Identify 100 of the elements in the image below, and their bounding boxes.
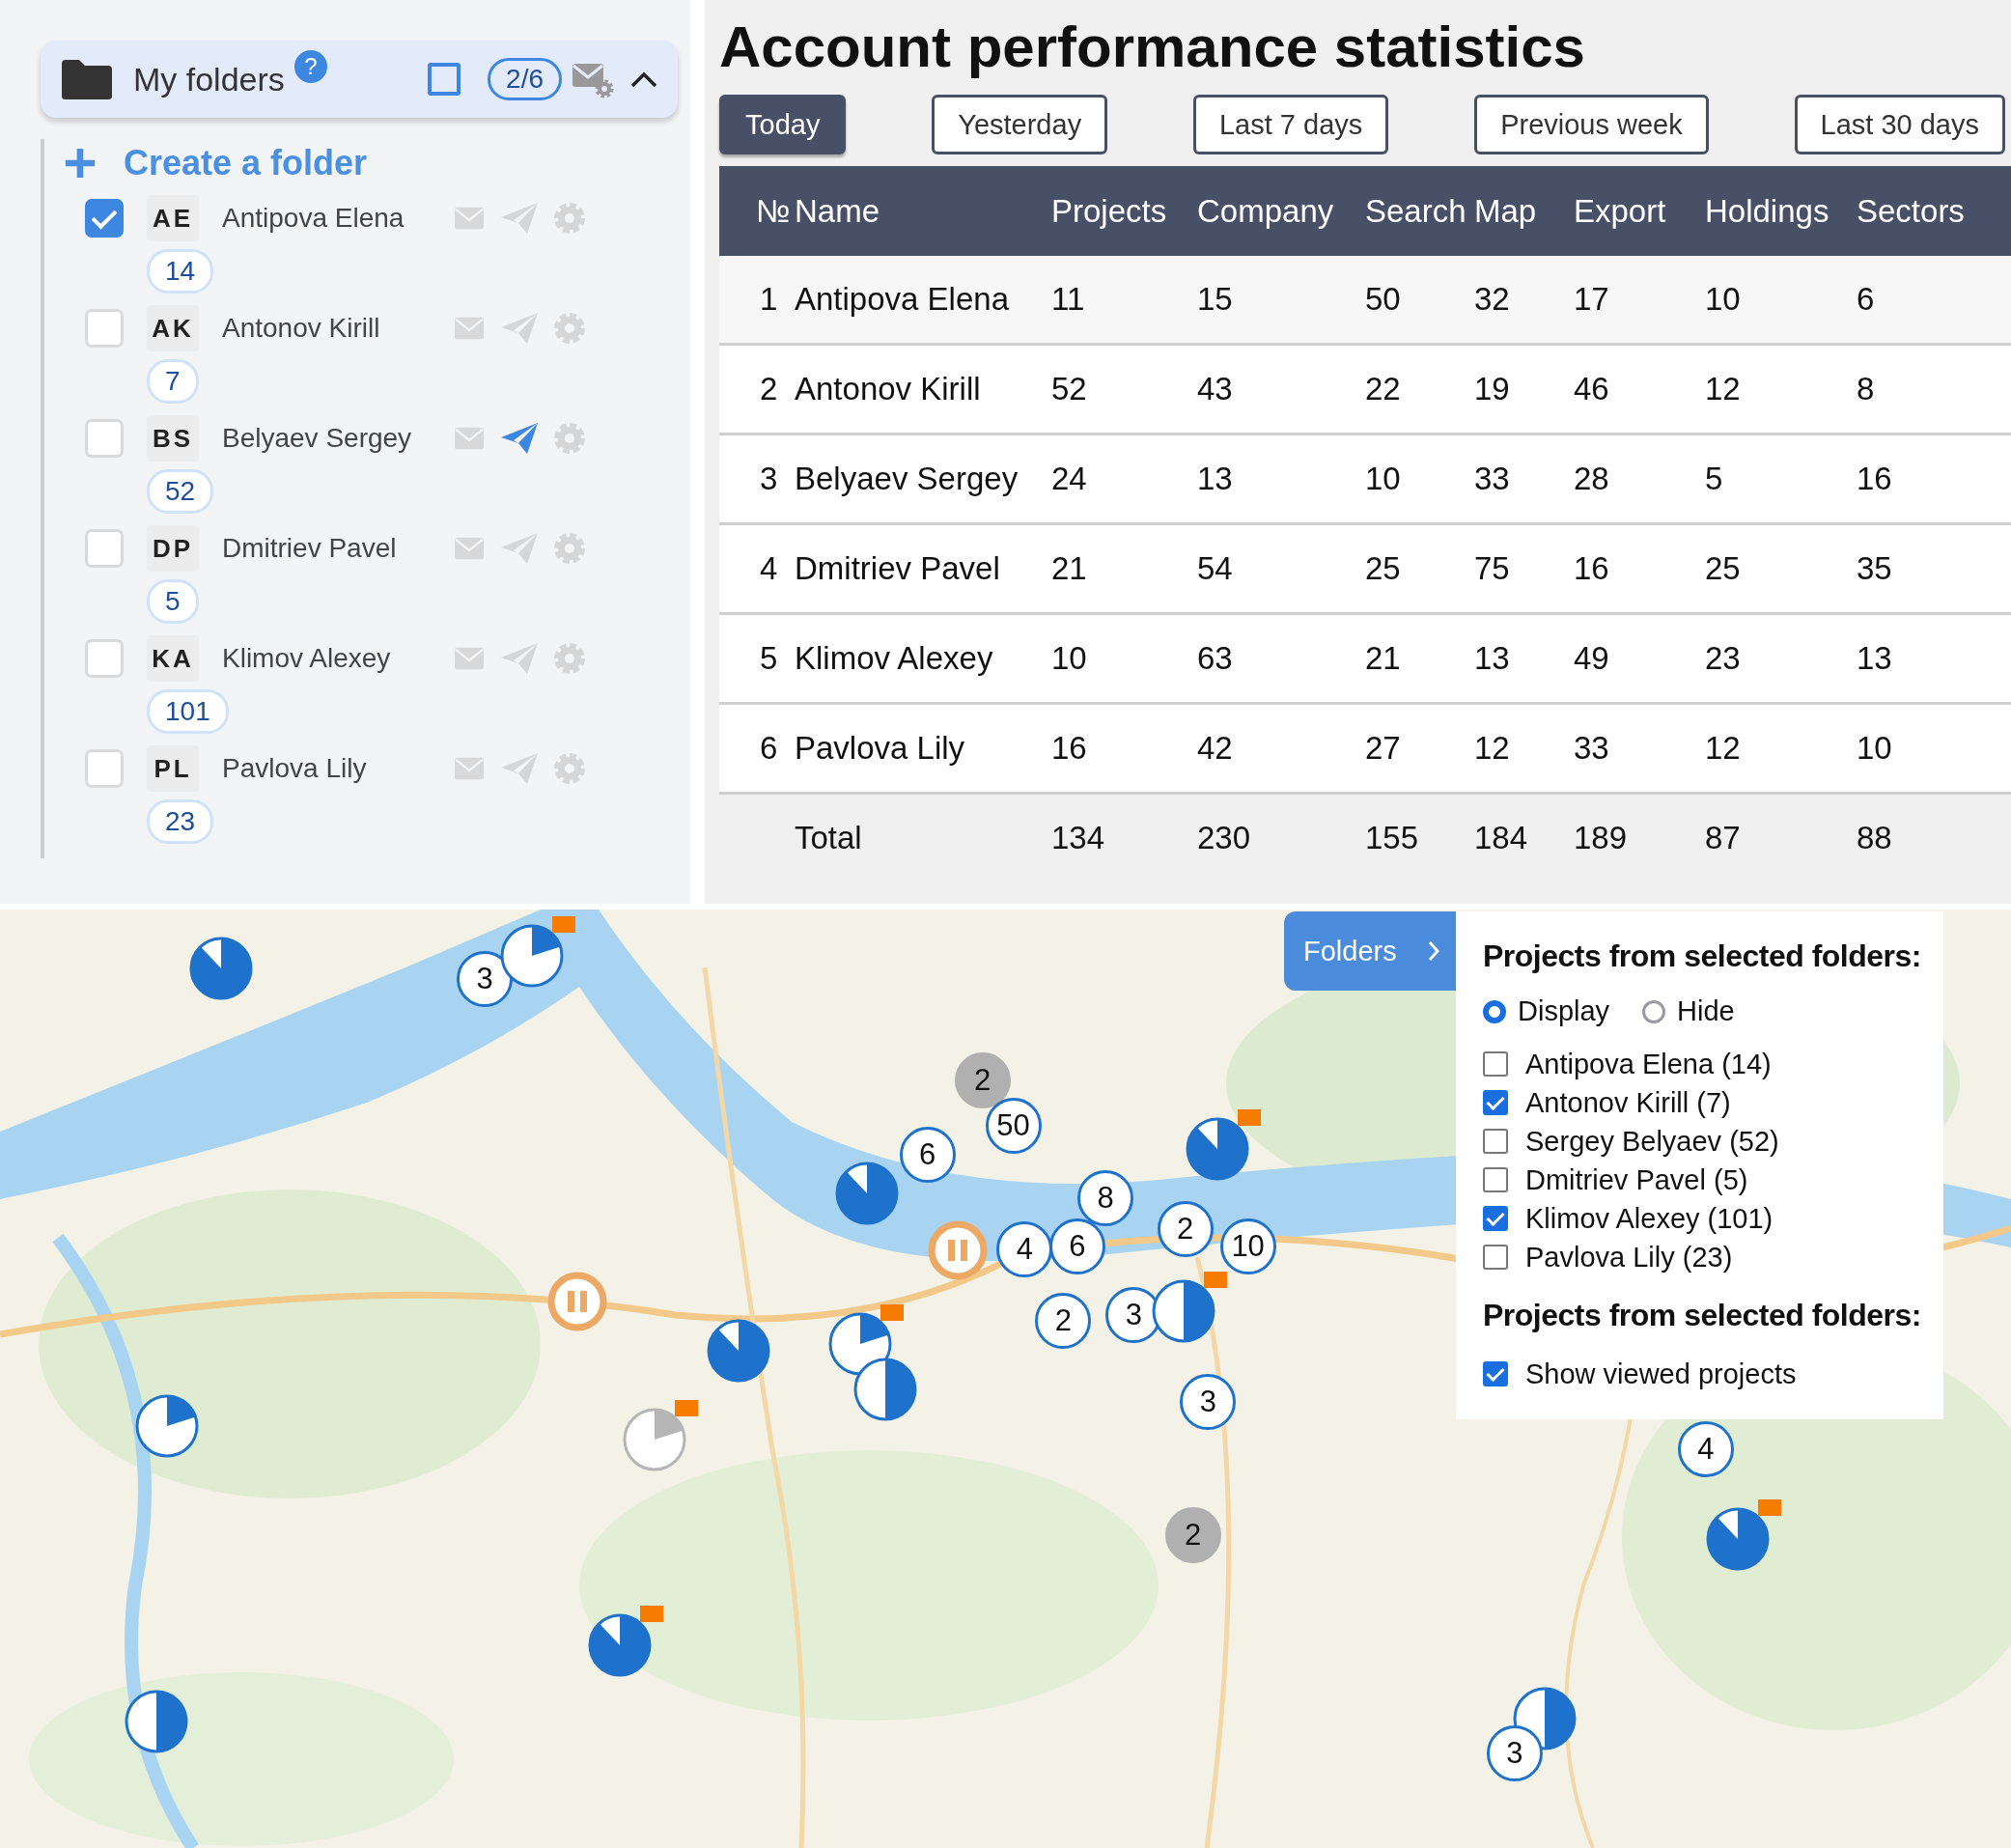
folder-name[interactable]: Dmitriev Pavel <box>222 533 454 564</box>
folder-name[interactable]: Klimov Alexey <box>222 643 454 674</box>
table-cell-text: Klimov Alexey <box>795 640 994 677</box>
table-cell-text: 32 <box>1474 281 1511 318</box>
table-cell-text: 54 <box>1197 550 1234 587</box>
pie-marker[interactable] <box>188 937 253 1000</box>
table-cell-text: 12 <box>1705 730 1742 767</box>
table-cell-text: 13 <box>1197 461 1234 497</box>
table-cell-text: 23 <box>1705 640 1742 677</box>
settings-icon[interactable] <box>552 641 587 676</box>
column-header[interactable]: Company <box>1197 192 1365 230</box>
row-number: 1 <box>759 281 779 318</box>
table-cell-text: 28 <box>1574 461 1610 497</box>
folder-name[interactable]: Antonov Kirill <box>222 313 454 344</box>
paper-plane-icon[interactable] <box>500 422 539 455</box>
folder-name[interactable]: Antipova Elena <box>222 203 454 234</box>
pie-marker[interactable] <box>622 1407 686 1471</box>
period-tab[interactable]: Last 7 days <box>1192 95 1389 154</box>
pie-marker[interactable] <box>707 1318 771 1383</box>
project-count: 5 <box>147 579 199 624</box>
folder-filter-checkbox[interactable]: Sergey Belyaev (52) <box>1483 1122 1943 1161</box>
table-cell-text: 21 <box>1051 550 1088 587</box>
table-cell-text: 27 <box>1365 730 1402 767</box>
panel-title: My folders <box>133 60 285 98</box>
folder-name[interactable]: Pavlova Lily <box>222 753 454 784</box>
mail-icon[interactable] <box>454 426 485 451</box>
table-cell-text: 75 <box>1474 550 1511 587</box>
project-count: 52 <box>147 469 214 514</box>
column-header[interactable]: Sectors <box>1857 192 2011 230</box>
folder-filter-checkbox[interactable]: Antonov Kirill (7) <box>1483 1083 1943 1122</box>
mail-icon[interactable] <box>454 536 485 561</box>
folder-name[interactable]: Belyaev Sergey <box>222 423 454 454</box>
table-cell-text: 10 <box>1857 730 1893 767</box>
table-cell-text: 10 <box>1051 640 1088 677</box>
mail-icon[interactable] <box>454 206 485 231</box>
initials-avatar: DP <box>147 525 199 572</box>
period-tab[interactable]: Previous week <box>1474 95 1709 154</box>
column-header[interactable]: Export <box>1574 192 1705 230</box>
folder-filter-checkbox[interactable]: Klimov Alexey (101) <box>1483 1199 1943 1238</box>
legend-heading: Projects from selected folders: <box>1483 1298 1922 1333</box>
column-header[interactable]: Holdings <box>1705 192 1857 230</box>
period-tab[interactable]: Yesterday <box>932 95 1108 154</box>
settings-icon[interactable] <box>552 311 587 346</box>
column-header[interactable]: Search <box>1365 192 1474 230</box>
pie-marker[interactable] <box>835 1161 900 1225</box>
settings-icon[interactable] <box>552 751 587 786</box>
table-cell-text: 16 <box>1051 730 1088 767</box>
flag-icon <box>1237 1109 1261 1127</box>
pie-marker[interactable] <box>500 923 565 988</box>
mail-icon[interactable] <box>454 316 485 341</box>
collapse-icon[interactable] <box>629 70 658 89</box>
table-cell-text: 42 <box>1197 730 1234 767</box>
column-header[interactable]: Name <box>795 192 1051 230</box>
table-cell-text: 25 <box>1705 550 1742 587</box>
initials-avatar: BS <box>147 415 199 462</box>
table-cell-text: 19 <box>1474 371 1511 407</box>
table-cell-text: 17 <box>1574 281 1610 318</box>
pie-marker[interactable] <box>125 1689 189 1753</box>
row-number: 6 <box>759 730 779 767</box>
select-all-checkbox[interactable] <box>428 63 461 96</box>
pie-marker[interactable] <box>1706 1507 1771 1572</box>
plus-icon[interactable] <box>64 147 97 180</box>
period-tab[interactable]: Today <box>719 95 847 154</box>
initials-avatar: PL <box>147 745 199 792</box>
table-cell-text: 50 <box>1365 281 1402 318</box>
period-tab[interactable]: Last 30 days <box>1794 95 2005 154</box>
pie-marker[interactable] <box>587 1613 652 1678</box>
table-cell-text: 8 <box>1857 371 1876 407</box>
radio-option[interactable]: Hide <box>1642 995 1735 1027</box>
table-cell-text: 49 <box>1574 640 1610 677</box>
folder-filter-checkbox[interactable]: Pavlova Lily (23) <box>1483 1238 1943 1276</box>
folder-filter-checkbox[interactable]: Dmitriev Pavel (5) <box>1483 1161 1943 1199</box>
help-icon[interactable]: ? <box>293 50 327 83</box>
column-header[interactable]: Projects <box>1051 192 1197 230</box>
initials-avatar: AK <box>147 305 199 351</box>
show-viewed-checkbox[interactable]: Show viewed projects <box>1483 1355 1943 1393</box>
mail-icon[interactable] <box>454 646 485 671</box>
pie-marker[interactable] <box>134 1394 199 1459</box>
table-cell-text: 12 <box>1474 730 1511 767</box>
radio-option[interactable]: Display <box>1483 995 1610 1027</box>
column-header[interactable]: Map <box>1474 192 1574 230</box>
table-cell-text: 52 <box>1051 371 1088 407</box>
table-cell-text: 24 <box>1051 461 1088 497</box>
table-cell-text: 33 <box>1574 730 1610 767</box>
table-cell-text: Pavlova Lily <box>795 730 966 767</box>
selection-counter: 2/6 <box>488 58 562 100</box>
folder-checkbox[interactable] <box>85 199 124 238</box>
table-cell-text: Antonov Kirill <box>795 371 982 407</box>
column-header[interactable]: № <box>756 192 795 230</box>
folder-filter-checkbox[interactable]: Antipova Elena (14) <box>1483 1045 1943 1083</box>
chevron-right-icon[interactable] <box>1427 939 1440 963</box>
pie-marker[interactable] <box>1152 1278 1216 1343</box>
settings-icon[interactable] <box>552 421 587 456</box>
mail-icon[interactable] <box>454 756 485 781</box>
settings-icon[interactable] <box>552 201 587 236</box>
legend-heading: Projects from selected folders: <box>1483 938 1922 974</box>
settings-icon[interactable] <box>552 531 587 566</box>
initials-avatar: AE <box>147 195 199 241</box>
pie-marker[interactable] <box>852 1357 917 1421</box>
pie-marker[interactable] <box>1185 1117 1249 1182</box>
